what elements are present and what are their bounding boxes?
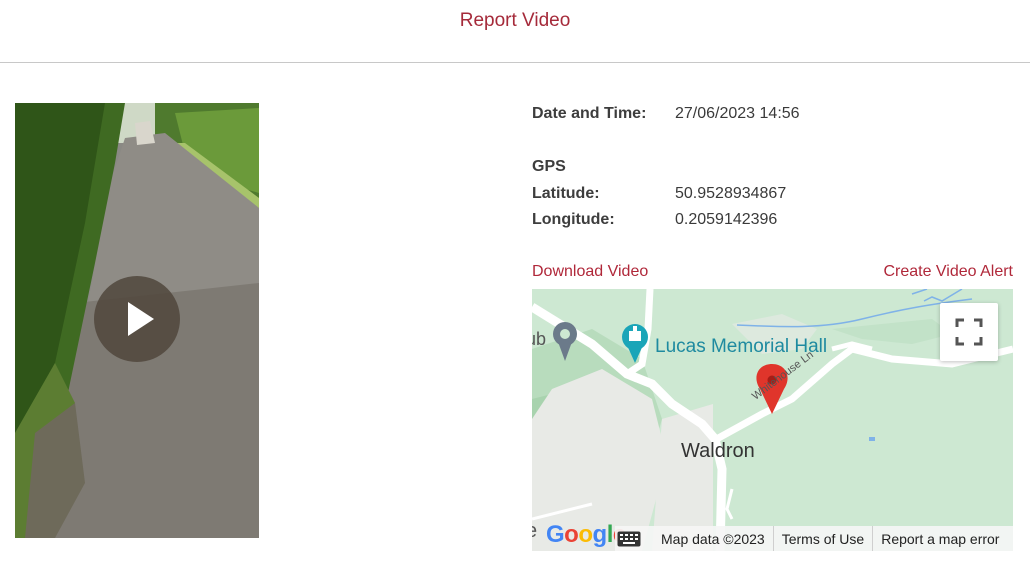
datetime-value: 27/06/2023 14:56 (675, 105, 800, 122)
latitude-value: 50.9528934867 (675, 185, 787, 202)
fullscreen-icon (955, 318, 983, 346)
play-button[interactable] (94, 276, 180, 362)
map-attribution-bar: Map data ©2023 Terms of Use Report a map… (615, 526, 1013, 551)
map-view[interactable]: ub Lucas Memorial Hall Whitehouse Ln Wal… (532, 289, 1013, 551)
map-partial-label: ub (532, 329, 547, 349)
page-title: Report Video (459, 10, 571, 31)
report-map-error-link[interactable]: Report a map error (873, 531, 1007, 547)
map-fullscreen-button[interactable] (940, 303, 998, 361)
longitude-row: Longitude: 0.2059142396 (532, 211, 777, 229)
map-data-label: Map data ©2023 (661, 530, 765, 547)
longitude-value: 0.2059142396 (675, 211, 778, 228)
play-icon (128, 302, 154, 336)
google-logo[interactable]: Google (546, 521, 626, 549)
latitude-row: Latitude: 50.9528934867 (532, 185, 786, 203)
video-player[interactable] (15, 103, 259, 538)
datetime-row: Date and Time: 27/06/2023 14:56 (532, 105, 800, 123)
create-video-alert-link[interactable]: Create Video Alert (883, 263, 1013, 281)
map-footer: e Google Map data ©2023 Terms of Use Rep… (532, 520, 1013, 551)
waldron-label: Waldron (681, 440, 755, 462)
gps-heading: GPS (532, 158, 566, 175)
download-video-link[interactable]: Download Video (532, 263, 648, 281)
latitude-label: Latitude: (532, 185, 600, 202)
page-header: Report Video (0, 0, 1030, 63)
longitude-label: Longitude: (532, 211, 615, 228)
terms-of-use-link[interactable]: Terms of Use (774, 531, 872, 547)
map-partial-letter-e: e (532, 520, 537, 543)
keyboard-icon[interactable] (617, 531, 641, 547)
gps-heading-row: GPS (532, 158, 566, 176)
datetime-label: Date and Time: (532, 105, 647, 122)
